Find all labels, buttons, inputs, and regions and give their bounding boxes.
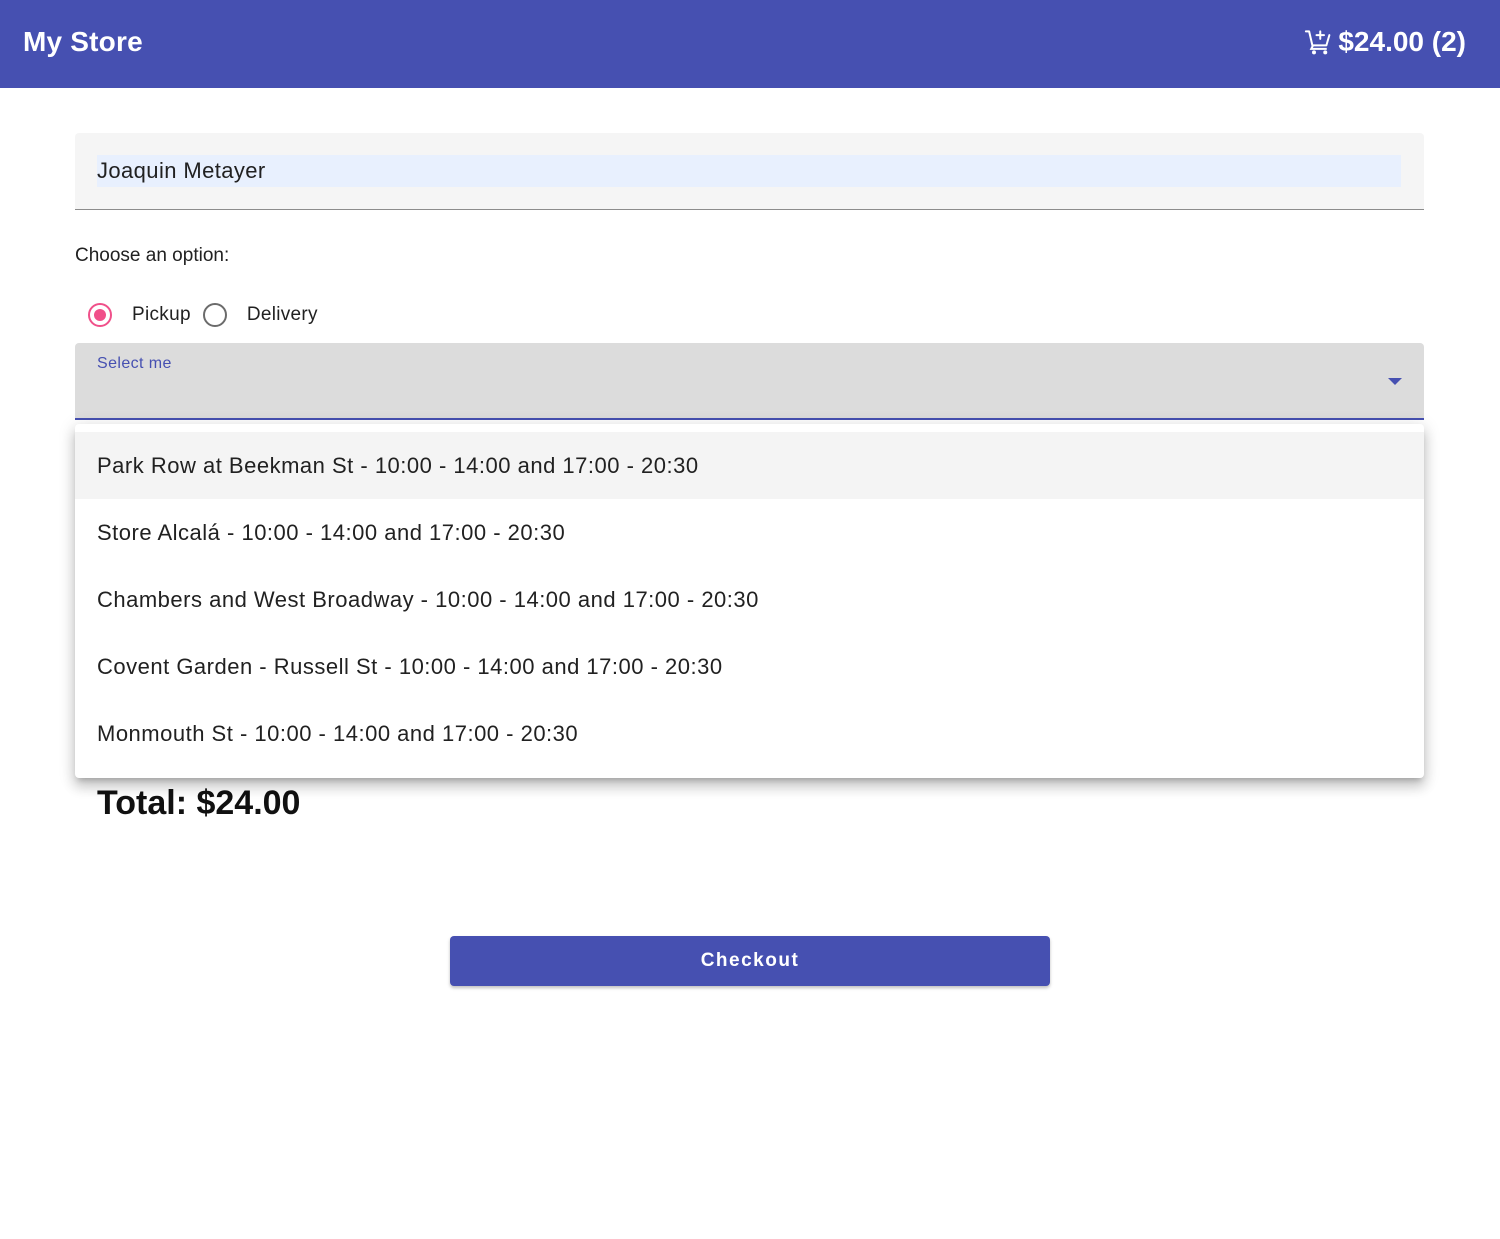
store-option[interactable]: Park Row at Beekman St - 10:00 - 14:00 a… — [75, 432, 1424, 499]
checkout-button[interactable]: Checkout — [450, 936, 1050, 986]
store-option[interactable]: Chambers and West Broadway - 10:00 - 14:… — [75, 566, 1424, 633]
cart-total: $24.00 (2) — [1338, 26, 1466, 57]
pickup-radio[interactable]: Pickup — [88, 303, 191, 327]
cart-button[interactable]: $24.00 (2) — [1304, 24, 1466, 60]
radio-checked-icon[interactable] — [88, 303, 112, 327]
choose-option-label: Choose an option: — [75, 245, 230, 266]
store-option[interactable]: Monmouth St - 10:00 - 14:00 and 17:00 - … — [75, 700, 1424, 767]
fulfillment-radio-group: Pickup Delivery — [88, 300, 330, 330]
order-total: Total: $24.00 — [97, 784, 301, 822]
store-select[interactable]: Select me — [75, 343, 1424, 420]
add-shopping-cart-icon — [1305, 30, 1331, 55]
delivery-label: Delivery — [246, 304, 318, 325]
store-title[interactable]: My Store — [23, 25, 143, 59]
store-option[interactable]: Covent Garden - Russell St - 10:00 - 14:… — [75, 633, 1424, 700]
arrow-drop-down-icon[interactable] — [1388, 378, 1402, 385]
radio-unchecked-icon[interactable] — [202, 303, 227, 327]
name-field — [75, 133, 1424, 210]
delivery-radio[interactable]: Delivery — [202, 303, 318, 327]
store-option[interactable]: Store Alcalá - 10:00 - 14:00 and 17:00 -… — [75, 499, 1424, 566]
pickup-label: Pickup — [132, 304, 191, 325]
top-app-bar: My Store $24.00 (2) — [0, 0, 1500, 88]
name-input[interactable] — [97, 155, 1401, 187]
select-floating-label: Select me — [97, 355, 172, 372]
store-options-panel: Park Row at Beekman St - 10:00 - 14:00 a… — [75, 424, 1424, 778]
